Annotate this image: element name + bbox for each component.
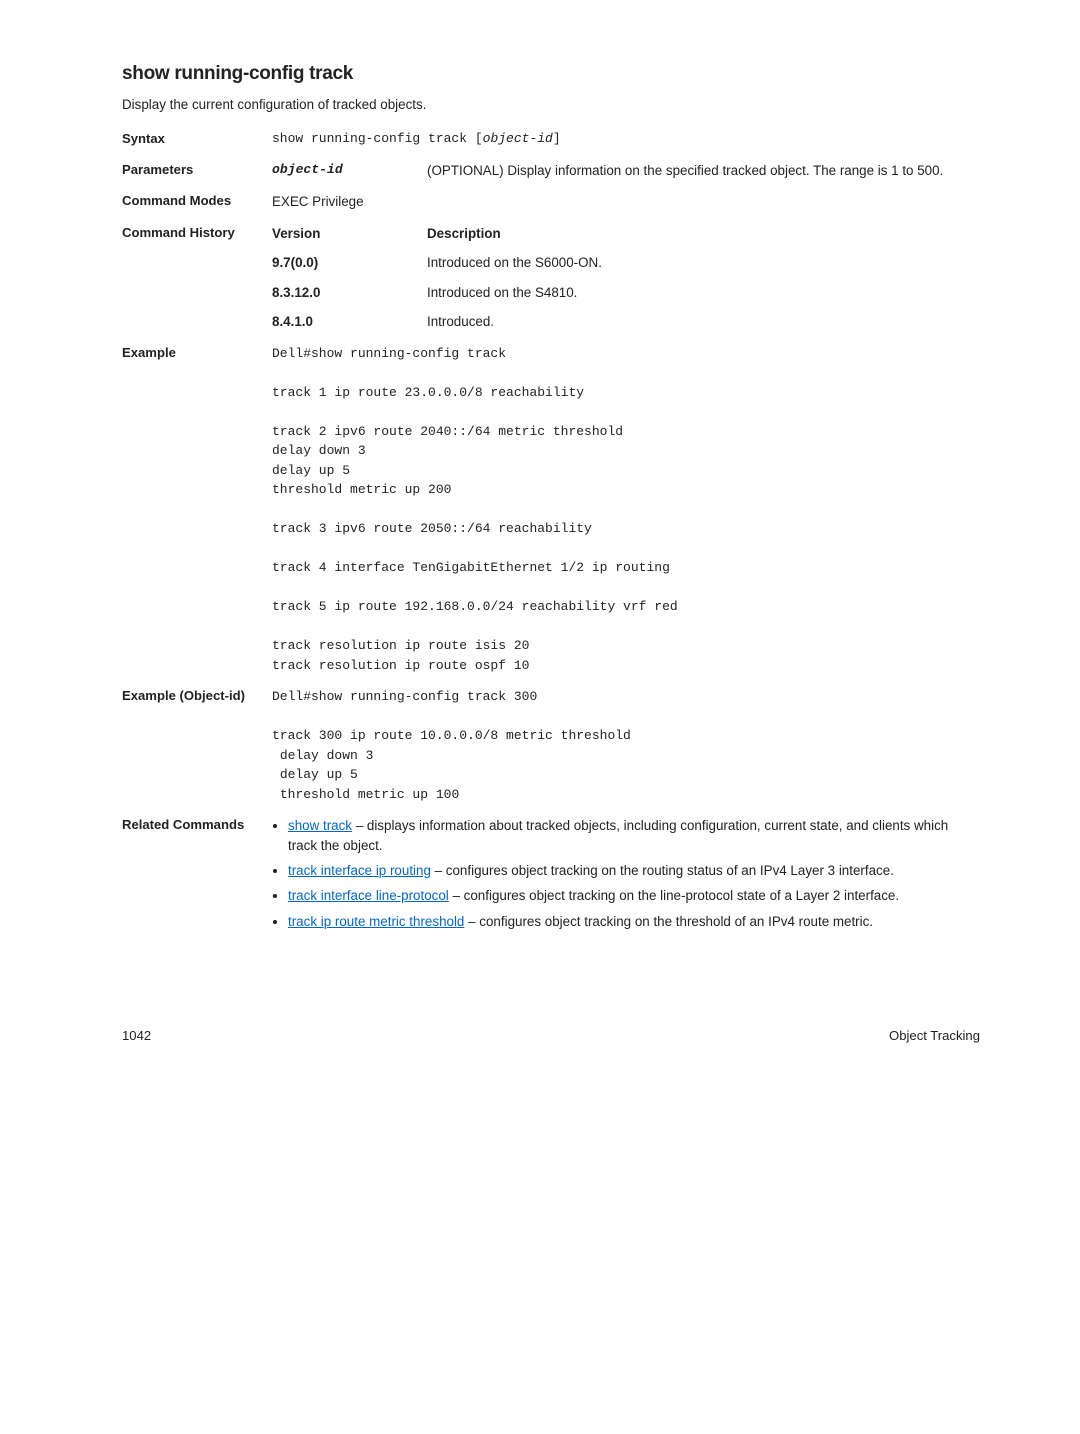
list-item: track interface line-protocol – configur… — [288, 886, 980, 905]
history-header-desc: Description — [427, 224, 980, 243]
page-footer: 1042 Object Tracking — [122, 1027, 980, 1046]
command-history-label: Command History — [122, 224, 272, 243]
example-output: Dell#show running-config track track 1 i… — [272, 344, 980, 676]
related-link[interactable]: show track — [288, 818, 352, 833]
related-commands-list: show track – displays information about … — [272, 816, 980, 931]
history-version: 8.4.1.0 — [272, 312, 427, 331]
command-modes-value: EXEC Privilege — [272, 192, 980, 211]
section-name: Object Tracking — [889, 1027, 980, 1046]
related-link[interactable]: track interface line-protocol — [288, 888, 449, 903]
command-description: Display the current configuration of tra… — [122, 95, 980, 114]
related-link[interactable]: track interface ip routing — [288, 863, 431, 878]
history-desc: Introduced on the S4810. — [427, 283, 980, 302]
related-text: – configures object tracking on the line… — [449, 888, 899, 903]
syntax-label: Syntax — [122, 130, 272, 149]
parameters-label: Parameters — [122, 161, 272, 180]
command-modes-label: Command Modes — [122, 192, 272, 211]
syntax-value: show running-config track [object-id] — [272, 130, 980, 149]
page-number: 1042 — [122, 1027, 151, 1046]
parameter-desc: (OPTIONAL) Display information on the sp… — [427, 161, 980, 180]
related-text: – displays information about tracked obj… — [288, 818, 948, 852]
example-label: Example — [122, 344, 272, 363]
list-item: show track – displays information about … — [288, 816, 980, 855]
related-text: – configures object tracking on the rout… — [431, 863, 894, 878]
history-version: 8.3.12.0 — [272, 283, 427, 302]
history-header-version: Version — [272, 224, 427, 243]
history-table: Version Description 9.7(0.0) Introduced … — [272, 224, 980, 332]
example-objectid-label: Example (Object-id) — [122, 687, 272, 706]
history-desc: Introduced. — [427, 312, 980, 331]
parameter-name: object-id — [272, 161, 427, 180]
page-title: show running-config track — [122, 60, 980, 88]
history-desc: Introduced on the S6000-ON. — [427, 253, 980, 272]
list-item: track interface ip routing – configures … — [288, 861, 980, 880]
syntax-text: show running-config track [ — [272, 131, 483, 146]
list-item: track ip route metric threshold – config… — [288, 912, 980, 931]
example-objectid-output: Dell#show running-config track 300 track… — [272, 687, 980, 804]
related-text: – configures object tracking on the thre… — [464, 914, 873, 929]
related-commands-label: Related Commands — [122, 816, 272, 835]
history-version: 9.7(0.0) — [272, 253, 427, 272]
related-link[interactable]: track ip route metric threshold — [288, 914, 464, 929]
syntax-tail: ] — [553, 131, 561, 146]
syntax-emph: object-id — [483, 131, 553, 146]
